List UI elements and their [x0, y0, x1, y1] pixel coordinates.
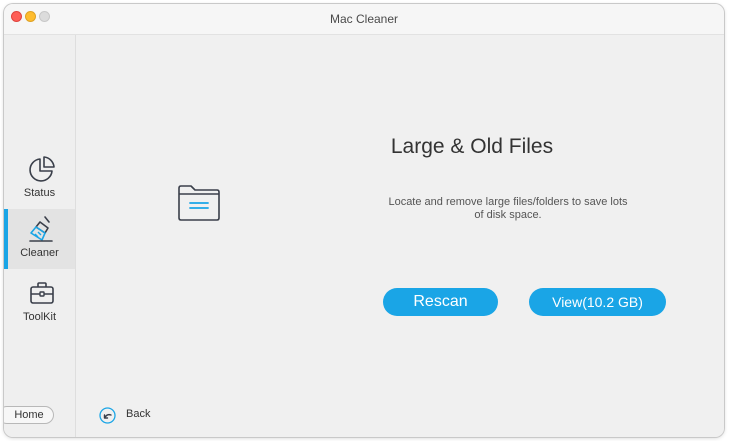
app-window: Mac Cleaner Status Cleaner ToolKit Home … [4, 4, 724, 437]
main-panel: Large & Old Files Locate and remove larg… [76, 35, 724, 437]
sidebar-item-label: Status [23, 187, 56, 199]
page-description: Locate and remove large files/folders to… [388, 196, 628, 221]
window-title: Mac Cleaner [329, 12, 399, 26]
pie-chart-icon [29, 156, 55, 182]
rescan-button[interactable]: Rescan [383, 288, 498, 316]
sidebar-item-status[interactable]: Status [4, 149, 75, 209]
home-button[interactable]: Home [4, 406, 54, 424]
title-bar: Mac Cleaner [4, 4, 724, 35]
back-label: Back [126, 408, 151, 420]
sidebar-item-toolkit[interactable]: ToolKit [4, 273, 75, 333]
sidebar-item-label: ToolKit [22, 311, 57, 323]
broom-icon [29, 216, 53, 242]
sidebar-item-cleaner[interactable]: Cleaner [4, 209, 75, 269]
sidebar: Status Cleaner ToolKit Home [4, 35, 76, 437]
sidebar-item-label: Cleaner [20, 247, 59, 259]
view-results-button[interactable]: View(10.2 GB) [529, 288, 666, 316]
folder-icon [178, 185, 220, 221]
back-arrow-icon [99, 407, 116, 424]
toolbox-icon [30, 282, 54, 304]
page-title: Large & Old Files [390, 135, 554, 158]
